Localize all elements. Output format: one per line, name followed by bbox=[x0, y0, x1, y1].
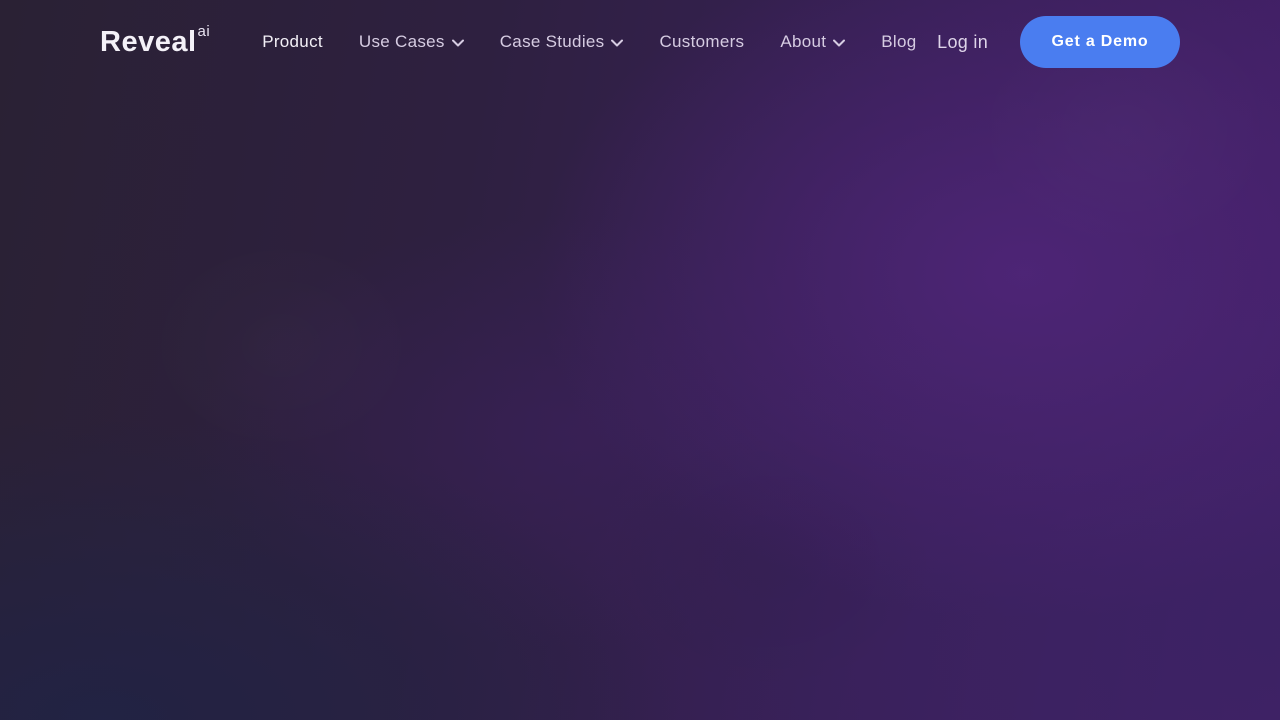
background-texture bbox=[0, 0, 1280, 720]
brand-logo-suffix: ai bbox=[197, 22, 211, 40]
nav-item-label: About bbox=[780, 32, 827, 51]
nav-item-use-cases[interactable]: Use Cases bbox=[359, 32, 464, 52]
nav-item-label: Customers bbox=[659, 32, 745, 51]
nav-item-label: Blog bbox=[881, 32, 917, 51]
nav-item-case-studies[interactable]: Case Studies bbox=[500, 32, 624, 52]
main-nav: Product Use Cases Case Studies Customers… bbox=[262, 32, 916, 52]
chevron-down-icon bbox=[451, 39, 464, 47]
chevron-down-icon bbox=[833, 39, 846, 47]
nav-item-label: Case Studies bbox=[499, 32, 605, 51]
nav-item-blog[interactable]: Blog bbox=[881, 32, 916, 52]
brand-logo[interactable]: Reveal ai bbox=[100, 24, 210, 58]
nav-item-product[interactable]: Product bbox=[262, 32, 323, 52]
nav-item-label: Product bbox=[262, 32, 323, 51]
nav-item-label: Use Cases bbox=[358, 32, 445, 51]
get-a-demo-button[interactable]: Get a Demo bbox=[1020, 16, 1180, 68]
top-navigation-bar: Reveal ai Product Use Cases Case Studies… bbox=[0, 0, 1280, 84]
nav-item-about[interactable]: About bbox=[780, 32, 846, 52]
brand-logo-text: Reveal bbox=[100, 25, 197, 58]
nav-item-customers[interactable]: Customers bbox=[659, 32, 744, 52]
chevron-down-icon bbox=[611, 39, 624, 47]
login-link[interactable]: Log in bbox=[937, 32, 988, 53]
